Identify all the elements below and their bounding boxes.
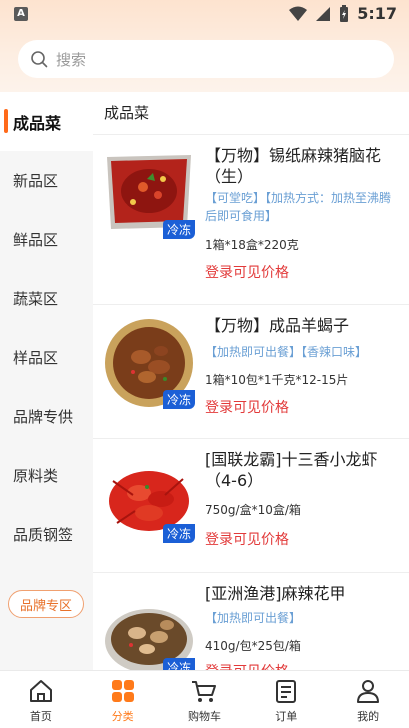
nav-label: 首页 xyxy=(29,710,52,723)
product-card[interactable]: 冷冻 [国联龙霸]十三香小龙虾（4-6） 750g/盒*10盒/箱 登录可见价格 xyxy=(93,438,409,572)
product-price-login[interactable]: 登录可见价格 xyxy=(205,661,289,670)
product-list: 成品菜 冷冻 【万物】锡纸麻辣猪脑花（生） 【可堂吃】【加热方式：加热至沸腾后即… xyxy=(93,92,409,670)
sidebar-item-vegetables[interactable]: 蔬菜区 xyxy=(0,269,93,328)
product-spec: 1箱*18盒*220克 xyxy=(205,238,299,252)
sidebar-item-brand-exclusive[interactable]: 品牌专供 xyxy=(0,387,93,446)
profile-icon xyxy=(357,680,380,703)
product-card[interactable]: 冷冻 [亚洲渔港]麻辣花甲 【加热即可出餐】 410g/包*25包/箱 登录可见… xyxy=(93,572,409,670)
product-spec: 1箱*10包*1千克*12-15片 xyxy=(205,373,349,387)
nav-label: 购物车 xyxy=(187,710,221,723)
sidebar-item-prepared-dishes[interactable]: 成品菜 xyxy=(0,92,93,151)
product-name: 【万物】成品羊蝎子 xyxy=(205,316,350,335)
status-bar: A 5:17 xyxy=(0,0,409,30)
frozen-badge: 冷冻 xyxy=(162,220,195,239)
product-image: 冷冻 xyxy=(103,451,195,543)
sidebar-item-steel-skewers[interactable]: 品质钢签 xyxy=(0,505,93,564)
product-card[interactable]: 冷冻 【万物】成品羊蝎子 【加热即可出餐】【香辣口味】 1箱*10包*1千克*1… xyxy=(93,304,409,438)
section-title: 成品菜 xyxy=(104,104,150,122)
product-tags: 【加热即可出餐】【香辣口味】 xyxy=(205,345,368,359)
category-icon xyxy=(111,680,134,702)
order-icon xyxy=(276,680,297,703)
nav-label: 分类 xyxy=(111,710,134,723)
nav-profile[interactable]: 我的 xyxy=(327,671,409,728)
nav-label: 订单 xyxy=(275,710,298,723)
product-tags: 【加热即可出餐】 xyxy=(205,611,302,625)
sidebar-item-raw-materials[interactable]: 原料类 xyxy=(0,446,93,505)
status-time: 5:17 xyxy=(357,4,397,23)
product-tags: 【可堂吃】【加热方式：加热至沸腾后即可食用】 xyxy=(205,191,392,223)
status-icons: 5:17 xyxy=(289,4,397,23)
signal-icon xyxy=(316,6,331,21)
frozen-badge: 冷冻 xyxy=(162,390,195,409)
search-placeholder: 搜索 xyxy=(56,50,87,69)
product-name: 【万物】锡纸麻辣猪脑花（生） xyxy=(205,146,382,186)
product-image: 冷冻 xyxy=(103,317,195,409)
bottom-navigation: 首页 分类 购物车 订单 我的 xyxy=(0,670,409,728)
battery-icon xyxy=(340,4,349,22)
product-price-login[interactable]: 登录可见价格 xyxy=(205,262,289,282)
nav-home[interactable]: 首页 xyxy=(0,671,82,728)
home-icon xyxy=(29,680,52,702)
product-spec: 750g/盒*10盒/箱 xyxy=(205,503,301,517)
frozen-badge: 冷冻 xyxy=(162,524,195,543)
product-name: [亚洲渔港]麻辣花甲 xyxy=(205,584,346,603)
brand-zone-button[interactable]: 品牌专区 xyxy=(8,590,84,618)
product-name: [国联龙霸]十三香小龙虾（4-6） xyxy=(205,450,378,490)
wifi-icon xyxy=(289,6,308,21)
sidebar-item-fresh[interactable]: 鲜品区 xyxy=(0,210,93,269)
product-image: 冷冻 xyxy=(103,147,195,239)
search-icon xyxy=(31,51,48,68)
frozen-badge: 冷冻 xyxy=(162,658,195,670)
nav-category[interactable]: 分类 xyxy=(82,671,164,728)
product-image: 冷冻 xyxy=(103,585,195,670)
nav-cart[interactable]: 购物车 xyxy=(164,671,246,728)
product-card[interactable]: 冷冻 【万物】锡纸麻辣猪脑花（生） 【可堂吃】【加热方式：加热至沸腾后即可食用】… xyxy=(93,134,409,268)
product-price-login[interactable]: 登录可见价格 xyxy=(205,397,289,417)
product-price-login[interactable]: 登录可见价格 xyxy=(205,529,289,549)
cart-icon xyxy=(192,681,217,702)
search-input[interactable]: 搜索 xyxy=(18,40,394,78)
sidebar-item-samples[interactable]: 样品区 xyxy=(0,328,93,387)
nav-label: 我的 xyxy=(357,710,380,723)
nav-orders[interactable]: 订单 xyxy=(245,671,327,728)
notification-icon: A xyxy=(14,7,28,21)
sidebar-item-new-products[interactable]: 新品区 xyxy=(0,151,93,210)
category-sidebar: 成品菜 新品区 鲜品区 蔬菜区 样品区 品牌专供 原料类 品质钢签 品牌专区 xyxy=(0,92,93,670)
product-spec: 410g/包*25包/箱 xyxy=(205,639,301,653)
